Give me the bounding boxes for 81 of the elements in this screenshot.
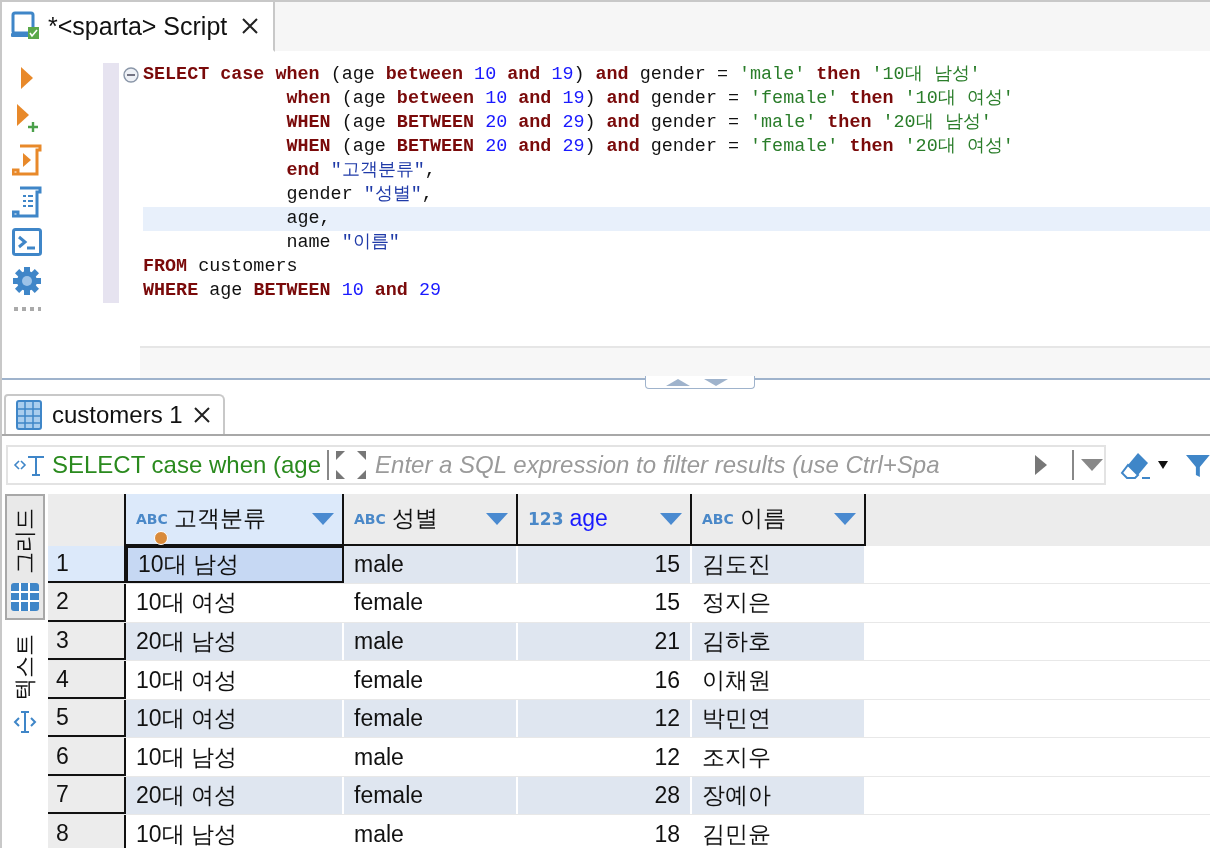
table-cell: female <box>344 699 518 738</box>
table-cell: male <box>344 622 518 661</box>
table-cell: 10대 남성 <box>126 738 344 776</box>
table-cell: 김하호 <box>692 622 866 661</box>
filter-field[interactable]: SELECT case when (age Enter a SQL expression to filter results (use Ctrl+Spa <box>6 445 1107 485</box>
table-cell: 박민연 <box>692 699 866 738</box>
code-line: end "고객분류", <box>285 159 437 183</box>
close-icon[interactable] <box>192 406 211 424</box>
row-number[interactable]: 3 <box>48 622 126 661</box>
row-number[interactable]: 5 <box>48 699 126 738</box>
query-text: SELECT case when (age <box>52 451 322 479</box>
script-icon[interactable] <box>12 186 42 218</box>
code-line: name "이름" <box>285 231 401 255</box>
run-icon[interactable] <box>20 66 34 90</box>
code-line: WHEN (age BETWEEN 20 and 29) and gender = 'male' then '20대 남성' <box>285 111 993 135</box>
sort-arrow-icon[interactable] <box>312 512 334 525</box>
table-cell: 10대 여성 <box>126 584 344 622</box>
table-cell: 15 <box>518 545 692 584</box>
row-number[interactable]: 7 <box>48 776 126 815</box>
table-cell: 10대 남성 <box>126 545 344 584</box>
table-cell: 16 <box>518 661 692 699</box>
table-icon <box>16 400 42 430</box>
table-cell: 20대 여성 <box>126 776 344 815</box>
script-file-icon <box>10 11 40 41</box>
table-cell: male <box>344 815 518 848</box>
collapse-icon[interactable] <box>123 67 139 83</box>
table-cell: 김도진 <box>692 545 866 584</box>
view-tab[interactable]: 그리드 <box>5 494 45 620</box>
sort-arrow-icon[interactable] <box>660 512 682 525</box>
code-line: gender "성별", <box>285 183 434 207</box>
expand-icon[interactable] <box>335 450 368 480</box>
table-cell: 이채원 <box>692 661 866 699</box>
more-icon[interactable] <box>13 306 41 312</box>
sort-arrow-icon[interactable] <box>834 512 856 525</box>
splitter-handle[interactable] <box>645 376 755 389</box>
table-cell: male <box>344 738 518 776</box>
table-cell: 20대 남성 <box>126 622 344 661</box>
code-line: WHERE age BETWEEN 10 and 29 <box>143 279 442 303</box>
table-cell: 김민윤 <box>692 815 866 848</box>
dropdown-icon[interactable] <box>1080 458 1105 472</box>
sql-text-icon <box>12 453 46 477</box>
view-tab[interactable]: 텍스트 <box>5 620 45 746</box>
table-cell: 21 <box>518 622 692 661</box>
table-cell: 28 <box>518 776 692 815</box>
row-number[interactable]: 1 <box>48 545 126 584</box>
table-cell: 10대 여성 <box>126 661 344 699</box>
table-cell: 12 <box>518 699 692 738</box>
table-cell: 10대 남성 <box>126 815 344 848</box>
table-cell: 15 <box>518 584 692 622</box>
table-cell: 장예아 <box>692 776 866 815</box>
eraser-icon[interactable] <box>1120 450 1153 480</box>
table-cell: 조지우 <box>692 738 866 776</box>
settings-icon[interactable] <box>12 266 42 296</box>
code-line: WHEN (age BETWEEN 20 and 29) and gender = 'female' then '20대 여성' <box>285 135 1015 159</box>
results-tab[interactable]: customers 1 <box>4 394 225 434</box>
table-cell: 12 <box>518 738 692 776</box>
code-line: SELECT case when (age between 10 and 19) and gender = 'male' then '10대 남성' <box>143 63 982 87</box>
scrollbar-track[interactable] <box>140 346 1210 378</box>
table-cell: 18 <box>518 815 692 848</box>
table-cell: female <box>344 661 518 699</box>
column-header[interactable]: ABC 고객분류 <box>126 494 344 546</box>
row-number[interactable]: 8 <box>48 815 126 848</box>
filter-input[interactable]: Enter a SQL expression to filter results (use Ctrl+Spa <box>373 450 1029 480</box>
sort-arrow-icon[interactable] <box>486 512 508 525</box>
row-number[interactable]: 4 <box>48 661 126 699</box>
code-line: when (age between 10 and 19) and gender = 'female' then '10대 여성' <box>285 87 1015 111</box>
close-icon[interactable] <box>241 17 260 35</box>
table-cell: female <box>344 584 518 622</box>
row-number[interactable]: 2 <box>48 584 126 622</box>
table-cell: 정지은 <box>692 584 866 622</box>
caret-icon[interactable] <box>1158 461 1169 469</box>
code-line: FROM customers <box>143 255 299 279</box>
script-run-icon[interactable] <box>12 144 42 176</box>
grid-icon <box>10 582 40 612</box>
table-cell: male <box>344 545 518 584</box>
apply-icon[interactable] <box>1034 454 1049 476</box>
row-number[interactable]: 6 <box>48 738 126 776</box>
table-cell: 10대 여성 <box>126 699 344 738</box>
terminal-icon[interactable] <box>12 228 42 256</box>
table-cell: female <box>344 776 518 815</box>
script-tab[interactable]: *<sparta> Script <box>2 2 276 52</box>
